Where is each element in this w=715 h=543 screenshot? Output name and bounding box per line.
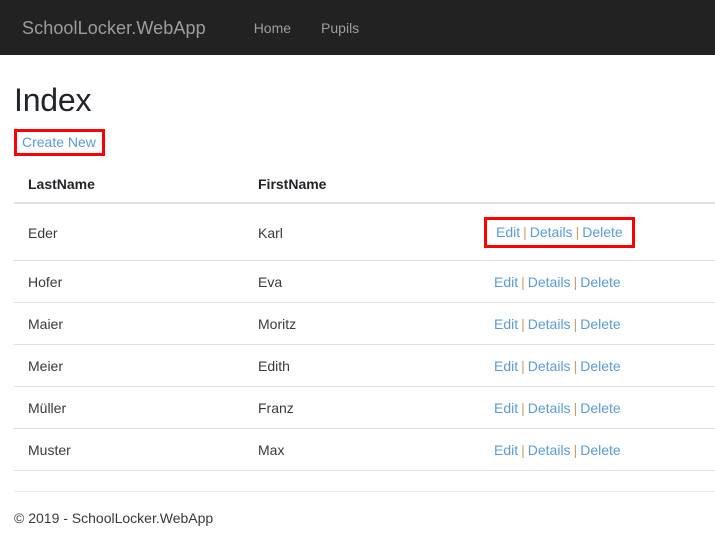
cell-actions: Edit | Details | Delete: [469, 428, 715, 472]
action-separator: |: [521, 400, 525, 417]
page-title: Index: [14, 82, 92, 118]
action-separator: |: [573, 316, 578, 333]
create-new-link[interactable]: Create New: [22, 134, 96, 150]
details-link[interactable]: Details: [528, 442, 571, 458]
create-new-area: Create New: [14, 129, 715, 157]
table-row: Hofer Eva Edit | Details | Delete: [14, 260, 715, 303]
create-new-highlight-box: Create New: [14, 129, 105, 157]
action-separator: |: [521, 442, 525, 459]
cell-actions: Edit | Details | Delete: [469, 386, 715, 429]
cell-lastname: Meier: [14, 344, 244, 387]
edit-link[interactable]: Edit: [494, 316, 518, 332]
action-separator: |: [521, 316, 525, 333]
cell-actions: Edit | Details | Delete: [469, 302, 715, 345]
navbar-brand[interactable]: SchoolLocker.WebApp: [22, 19, 206, 37]
cell-firstname: Max: [244, 428, 469, 472]
edit-link[interactable]: Edit: [494, 442, 518, 458]
footer-divider: [14, 491, 715, 493]
column-header-firstname: FirstName: [244, 176, 469, 205]
cell-actions: Edit | Details | Delete: [469, 202, 715, 261]
table-row: Müller Franz Edit | Details | Delete: [14, 386, 715, 429]
action-separator: |: [575, 224, 580, 241]
table-row: Maier Moritz Edit | Details | Delete: [14, 302, 715, 345]
table-body: Eder Karl Edit | Details | Delete Hofer Eva Edit |…: [14, 202, 715, 472]
delete-link[interactable]: Delete: [582, 224, 622, 240]
details-link[interactable]: Details: [528, 358, 571, 374]
top-navbar: SchoolLocker.WebApp Home Pupils: [0, 0, 715, 55]
action-separator: |: [573, 358, 578, 375]
cell-firstname: Eva: [244, 260, 469, 303]
cell-lastname: Müller: [14, 386, 244, 429]
edit-link[interactable]: Edit: [494, 358, 518, 374]
main-container: Index Create New LastName FirstName Eder…: [0, 81, 715, 526]
cell-firstname: Moritz: [244, 302, 469, 345]
cell-lastname: Muster: [14, 428, 244, 472]
edit-link[interactable]: Edit: [494, 400, 518, 416]
table-head: LastName FirstName: [14, 176, 715, 205]
cell-firstname: Franz: [244, 386, 469, 429]
nav-item-home: Home: [239, 20, 306, 36]
pupils-table: LastName FirstName Eder Karl Edit | Details |…: [14, 176, 715, 472]
action-separator: |: [573, 274, 578, 291]
delete-link[interactable]: Delete: [580, 358, 620, 374]
action-separator: |: [521, 274, 525, 291]
row-actions: Edit | Details | Delete: [483, 274, 621, 290]
edit-link[interactable]: Edit: [494, 274, 518, 290]
row-actions: Edit | Details | Delete: [483, 442, 621, 458]
cell-firstname: Karl: [244, 202, 469, 261]
footer-copyright: © 2019 - SchoolLocker.WebApp: [14, 510, 214, 527]
details-link[interactable]: Details: [530, 224, 573, 240]
delete-link[interactable]: Delete: [580, 400, 620, 416]
row-actions: Edit | Details | Delete: [483, 358, 621, 374]
action-separator: |: [573, 442, 578, 459]
column-header-lastname: LastName: [14, 176, 244, 205]
details-link[interactable]: Details: [528, 316, 571, 332]
cell-lastname: Maier: [14, 302, 244, 345]
delete-link[interactable]: Delete: [580, 274, 620, 290]
cell-actions: Edit | Details | Delete: [469, 344, 715, 387]
details-link[interactable]: Details: [528, 400, 571, 416]
delete-link[interactable]: Delete: [580, 442, 620, 458]
navbar-nav-list: Home Pupils: [239, 20, 375, 36]
cell-lastname: Hofer: [14, 260, 244, 303]
action-separator: |: [521, 358, 525, 375]
cell-lastname: Eder: [14, 202, 244, 261]
row-actions: Edit | Details | Delete: [483, 316, 621, 332]
edit-link[interactable]: Edit: [496, 224, 520, 240]
cell-firstname: Edith: [244, 344, 469, 387]
table-row: Meier Edith Edit | Details | Delete: [14, 344, 715, 387]
cell-actions: Edit | Details | Delete: [469, 260, 715, 303]
nav-item-pupils: Pupils: [306, 20, 374, 36]
row-actions-highlight-box: Edit | Details | Delete: [484, 217, 635, 249]
delete-link[interactable]: Delete: [580, 316, 620, 332]
table-row: Muster Max Edit | Details | Delete: [14, 428, 715, 472]
row-actions: Edit | Details | Delete: [483, 400, 621, 416]
action-separator: |: [573, 400, 578, 417]
table-row: Eder Karl Edit | Details | Delete: [14, 202, 715, 261]
nav-link-home[interactable]: Home: [239, 20, 306, 36]
column-header-actions: [469, 176, 715, 205]
table-header-row: LastName FirstName: [14, 176, 715, 205]
details-link[interactable]: Details: [528, 274, 571, 290]
nav-link-pupils[interactable]: Pupils: [306, 20, 374, 36]
action-separator: |: [523, 224, 527, 241]
